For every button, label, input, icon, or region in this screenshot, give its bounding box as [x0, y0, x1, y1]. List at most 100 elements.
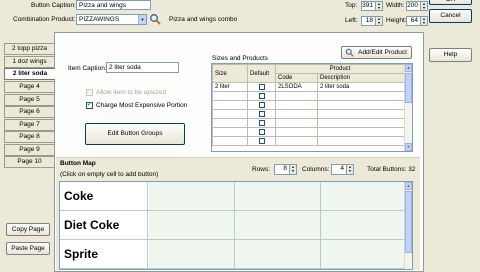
combination-product-value: PIZZAWINGS	[79, 16, 120, 23]
description-cell[interactable]: 2 liter soda	[317, 82, 405, 92]
code-cell[interactable]	[275, 91, 318, 101]
sizes-row[interactable]	[212, 127, 405, 137]
sizes-row[interactable]	[212, 100, 405, 110]
tab-page[interactable]: Page 4	[4, 81, 54, 93]
empty-map-cell[interactable]	[321, 182, 407, 210]
spinner-arrows-icon[interactable]: ▲ ▼	[420, 17, 427, 25]
default-cell[interactable]	[247, 91, 276, 101]
empty-map-cell[interactable]	[235, 182, 321, 210]
cancel-button[interactable]: Cancel	[429, 9, 472, 23]
scroll-thumb[interactable]	[405, 73, 412, 103]
add-edit-product-button[interactable]: Add/Edit Product	[341, 46, 412, 59]
tab-page[interactable]: Page 7	[4, 119, 54, 131]
size-cell[interactable]	[212, 136, 248, 146]
description-cell[interactable]	[317, 109, 405, 119]
code-cell[interactable]	[275, 136, 318, 146]
search-icon[interactable]	[149, 13, 161, 25]
empty-map-cell[interactable]	[321, 211, 407, 239]
chevron-down-icon[interactable]: ▼	[138, 15, 146, 24]
help-button[interactable]: Help	[429, 48, 472, 62]
default-checkbox[interactable]	[258, 119, 265, 126]
tab-page[interactable]: Page 9	[4, 144, 54, 156]
default-cell[interactable]	[247, 136, 276, 146]
size-cell[interactable]: 2 liter	[212, 82, 248, 92]
sizes-row[interactable]	[212, 91, 405, 101]
empty-map-cell[interactable]	[235, 211, 321, 239]
default-cell[interactable]	[247, 127, 276, 137]
default-cell[interactable]	[247, 82, 276, 92]
scroll-down-icon[interactable]: ▼	[405, 143, 412, 151]
copy-page-button[interactable]: Copy Page	[6, 223, 50, 236]
edit-button-groups-button[interactable]: Edit Button Groups	[85, 123, 185, 145]
empty-map-cell[interactable]	[149, 182, 235, 210]
map-button[interactable]: Coke	[60, 182, 148, 210]
empty-map-cell[interactable]	[149, 240, 235, 268]
size-cell[interactable]	[212, 100, 248, 110]
map-button[interactable]: Sprite	[60, 240, 148, 268]
empty-map-cell[interactable]	[149, 211, 235, 239]
sizes-row[interactable]	[212, 136, 405, 146]
code-cell[interactable]	[275, 100, 318, 110]
default-checkbox[interactable]	[258, 92, 265, 99]
code-cell[interactable]	[275, 109, 318, 119]
empty-map-cell[interactable]	[321, 240, 407, 268]
width-value: 200	[407, 2, 418, 9]
default-checkbox[interactable]	[258, 110, 265, 117]
tab-page[interactable]: Page 8	[4, 131, 54, 143]
code-cell[interactable]	[275, 127, 318, 137]
scroll-up-icon[interactable]: ▲	[405, 64, 412, 72]
description-cell[interactable]	[317, 91, 405, 101]
spinner-arrows-icon[interactable]: ▲ ▼	[375, 17, 382, 25]
description-cell[interactable]	[317, 136, 405, 146]
sizes-row[interactable]: 2 liter 2LSODA 2 liter soda	[212, 82, 405, 92]
spinner-arrows-icon[interactable]: ▲ ▼	[289, 165, 296, 174]
tab-page[interactable]: Page 10	[4, 156, 54, 168]
description-cell[interactable]	[317, 118, 405, 128]
tab-page[interactable]: 2 topp pizza	[4, 43, 54, 55]
size-cell[interactable]	[212, 127, 248, 137]
tab-page[interactable]: 1 doz wings	[4, 56, 54, 68]
default-checkbox[interactable]	[258, 137, 265, 144]
button-map-grid[interactable]: Coke Diet Coke Sprite ▲	[59, 181, 413, 270]
description-cell[interactable]	[317, 127, 405, 137]
size-cell[interactable]	[212, 91, 248, 101]
ok-button[interactable]: OK	[429, 0, 472, 5]
tab-page[interactable]: Page 6	[4, 106, 54, 118]
spinner-arrows-icon[interactable]: ▲ ▼	[346, 165, 353, 174]
default-cell[interactable]	[247, 100, 276, 110]
default-checkbox[interactable]	[258, 128, 265, 135]
default-checkbox[interactable]	[258, 83, 265, 90]
size-cell[interactable]	[212, 109, 248, 119]
default-cell[interactable]	[247, 118, 276, 128]
item-caption-input[interactable]: 2 liter soda	[106, 62, 179, 73]
scroll-up-icon[interactable]: ▲	[405, 182, 412, 190]
tab-page[interactable]: Page 5	[4, 94, 54, 106]
sizes-scrollbar[interactable]: ▲ ▼	[404, 64, 412, 151]
width-spinner[interactable]: 200 ▲ ▼	[406, 1, 428, 11]
charge-most-expensive-checkbox[interactable]: ✓	[86, 102, 93, 109]
empty-map-cell[interactable]	[235, 240, 321, 268]
scroll-thumb[interactable]	[405, 191, 412, 253]
default-cell[interactable]	[247, 109, 276, 119]
combination-product-select[interactable]: PIZZAWINGS ▼	[76, 14, 147, 25]
description-cell[interactable]	[317, 100, 405, 110]
left-spinner[interactable]: 18 ▲ ▼	[361, 16, 383, 26]
button-map-scrollbar[interactable]: ▲	[404, 182, 412, 269]
button-caption-input[interactable]: Pizza and wings	[76, 0, 151, 10]
height-spinner[interactable]: 64 ▲ ▼	[406, 16, 428, 26]
paste-page-button[interactable]: Paste Page	[6, 242, 50, 255]
code-cell[interactable]: 2LSODA	[275, 82, 318, 92]
height-label: Height:	[386, 17, 407, 24]
sizes-row[interactable]	[212, 109, 405, 119]
columns-spinner[interactable]: 4 ▲ ▼	[331, 164, 354, 175]
map-button[interactable]: Diet Coke	[60, 211, 148, 239]
size-cell[interactable]	[212, 118, 248, 128]
tab-page[interactable]: 2 liter soda	[4, 68, 55, 80]
spinner-arrows-icon[interactable]: ▲ ▼	[375, 2, 382, 10]
spinner-arrows-icon[interactable]: ▲ ▼	[420, 2, 427, 10]
code-cell[interactable]	[275, 118, 318, 128]
default-checkbox[interactable]	[258, 101, 265, 108]
sizes-row[interactable]	[212, 118, 405, 128]
top-spinner[interactable]: 391 ▲ ▼	[361, 1, 383, 11]
rows-spinner[interactable]: 8 ▲ ▼	[274, 164, 297, 175]
